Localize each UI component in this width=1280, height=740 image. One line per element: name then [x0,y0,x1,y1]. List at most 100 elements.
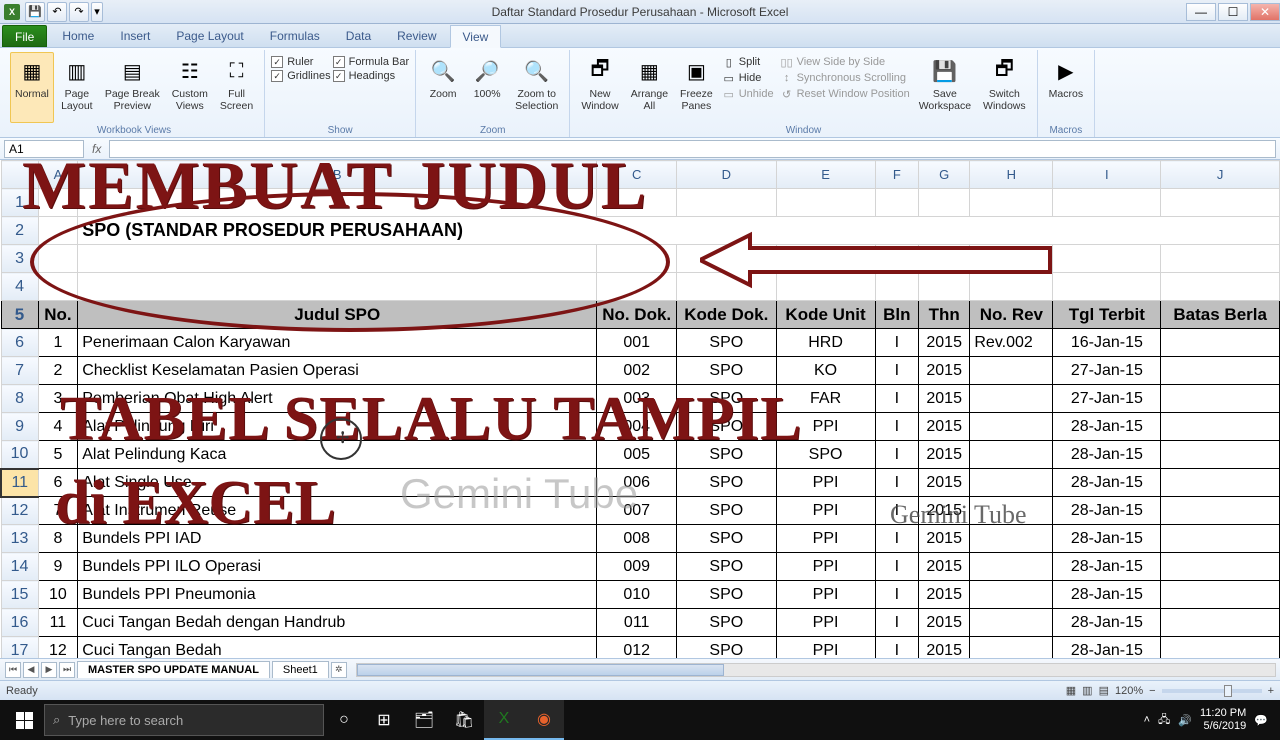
col-header-H[interactable]: H [970,161,1053,189]
row-header-12[interactable]: 12 [1,497,38,525]
notifications-icon[interactable]: 💬 [1254,714,1268,727]
macros-button[interactable]: ▶Macros [1044,52,1088,123]
normal-view-button[interactable]: ▦Normal [10,52,54,123]
page-break-preview-button[interactable]: ▤Page Break Preview [100,52,165,123]
arrange-all-button[interactable]: ▦Arrange All [626,52,673,123]
row-header-10[interactable]: 10 [1,441,38,469]
zoom-to-selection-button[interactable]: 🔍Zoom to Selection [510,52,563,123]
row-header-5[interactable]: 5 [1,301,38,329]
split-button[interactable]: ▯Split [720,54,776,70]
custom-views-button[interactable]: ☷Custom Views [167,52,213,123]
hide-button[interactable]: ▭Hide [720,70,776,86]
table-header-cell[interactable]: Thn [918,301,969,329]
zoom-slider[interactable] [1162,689,1262,693]
cortana-icon[interactable]: ○ [324,700,364,740]
view-normal-icon[interactable]: ▦ [1066,684,1076,697]
zoom-100-button[interactable]: 🔎100% [466,52,508,123]
horizontal-scrollbar[interactable] [356,663,1276,677]
tray-volume-icon[interactable]: 🔊 [1178,714,1192,727]
col-header-E[interactable]: E [776,161,875,189]
tab-review[interactable]: Review [384,24,449,47]
worksheet-grid[interactable]: ABCDEFGHIJ 12 SPO (STANDAR PROSEDUR PERUSA… [0,160,1280,658]
row-header-2[interactable]: 2 [1,217,38,245]
sheet-nav-last[interactable]: ⏭ [59,662,75,678]
col-header-B[interactable]: B [78,161,597,189]
headings-checkbox[interactable]: ✓Headings [333,70,410,82]
qat-save-button[interactable]: 💾 [25,2,45,22]
full-screen-button[interactable]: ⛶Full Screen [215,52,258,123]
tab-formulas[interactable]: Formulas [257,24,333,47]
zoom-out-button[interactable]: − [1149,685,1155,697]
view-page-layout-icon[interactable]: ▥ [1082,684,1092,697]
qat-undo-button[interactable]: ↶ [47,2,67,22]
row-header-8[interactable]: 8 [1,385,38,413]
col-header-C[interactable]: C [597,161,677,189]
task-view-icon[interactable]: ⊞ [364,700,404,740]
tab-view[interactable]: View [450,25,502,48]
reset-window-position-button[interactable]: ↺Reset Window Position [778,86,912,102]
switch-windows-button[interactable]: 🗗Switch Windows [978,52,1031,123]
excel-taskbar-icon[interactable]: X [484,700,524,740]
file-explorer-icon[interactable]: 🗂 [404,700,444,740]
sync-scrolling-button[interactable]: ↕Synchronous Scrolling [778,70,912,86]
table-header-cell[interactable]: No. Dok. [597,301,677,329]
name-box[interactable] [4,140,84,158]
zoom-level[interactable]: 120% [1115,685,1143,697]
tab-data[interactable]: Data [333,24,384,47]
select-all-cell[interactable] [1,161,38,189]
new-sheet-button[interactable]: ✲ [331,662,347,678]
qat-customize-button[interactable]: ▾ [91,2,103,22]
tray-network-icon[interactable]: 🖧 [1158,711,1170,730]
store-icon[interactable]: 🛍 [444,700,484,740]
minimize-button[interactable]: — [1186,3,1216,21]
row-header-15[interactable]: 15 [1,581,38,609]
tab-page-layout[interactable]: Page Layout [163,24,256,47]
recorder-taskbar-icon[interactable]: ◉ [524,700,564,740]
row-header-11[interactable]: 11 [1,469,38,497]
fx-icon[interactable]: fx [88,142,105,156]
row-header-16[interactable]: 16 [1,609,38,637]
tab-home[interactable]: Home [49,24,107,47]
table-header-cell[interactable]: No. [38,301,78,329]
col-header-G[interactable]: G [918,161,969,189]
table-header-cell[interactable]: Bln [875,301,918,329]
formula-bar-checkbox[interactable]: ✓Formula Bar [333,56,410,68]
table-header-cell[interactable]: Judul SPO [78,301,597,329]
table-header-cell[interactable]: No. Rev [970,301,1053,329]
row-header-7[interactable]: 7 [1,357,38,385]
start-button[interactable] [4,700,44,740]
new-window-button[interactable]: 🗗New Window [576,52,623,123]
tab-insert[interactable]: Insert [107,24,163,47]
qat-redo-button[interactable]: ↷ [69,2,89,22]
col-header-J[interactable]: J [1161,161,1280,189]
row-header-4[interactable]: 4 [1,273,38,301]
sheet-title-cell[interactable]: SPO (STANDAR PROSEDUR PERUSAHAAN) [78,217,1280,245]
restore-button[interactable]: ☐ [1218,3,1248,21]
tab-file[interactable]: File [2,25,47,47]
sheet-nav-prev[interactable]: ◀ [23,662,39,678]
save-workspace-button[interactable]: 💾Save Workspace [914,52,976,123]
row-header-9[interactable]: 9 [1,413,38,441]
unhide-button[interactable]: ▭Unhide [720,86,776,102]
zoom-in-button[interactable]: + [1268,685,1274,697]
gridlines-checkbox[interactable]: ✓Gridlines [271,70,330,82]
col-header-A[interactable]: A [38,161,78,189]
ruler-checkbox[interactable]: ✓Ruler [271,56,330,68]
table-header-cell[interactable]: Batas Berla [1161,301,1280,329]
row-header-6[interactable]: 6 [1,329,38,357]
row-header-14[interactable]: 14 [1,553,38,581]
sheet-nav-next[interactable]: ▶ [41,662,57,678]
table-header-cell[interactable]: Kode Unit [776,301,875,329]
row-header-13[interactable]: 13 [1,525,38,553]
sheet-tab-active[interactable]: MASTER SPO UPDATE MANUAL [77,661,270,678]
col-header-F[interactable]: F [875,161,918,189]
taskbar-clock[interactable]: 11:20 PM5/6/2019 [1200,707,1246,733]
freeze-panes-button[interactable]: ▣Freeze Panes [675,52,718,123]
col-header-I[interactable]: I [1053,161,1161,189]
col-header-D[interactable]: D [677,161,776,189]
sheet-nav-first[interactable]: ⏮ [5,662,21,678]
row-header-1[interactable]: 1 [1,189,38,217]
view-side-by-side-button[interactable]: ▯▯View Side by Side [778,54,912,70]
view-page-break-icon[interactable]: ▤ [1099,684,1109,697]
taskbar-search[interactable]: ⌕Type here to search [44,704,324,736]
